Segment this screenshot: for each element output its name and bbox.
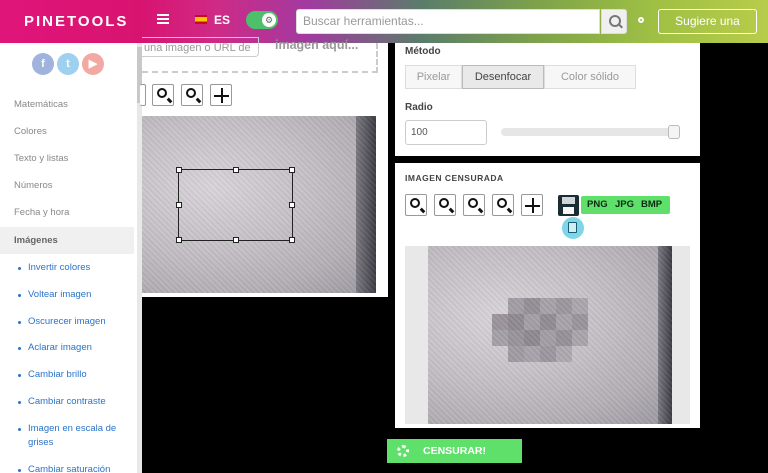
logo[interactable]: PINETOOLS (24, 13, 128, 30)
zoom-in-icon[interactable] (152, 84, 174, 106)
censor-button[interactable]: CENSURAR! (387, 439, 522, 463)
radius-label: Radio (405, 102, 433, 113)
zoom-reset-icon[interactable] (463, 194, 485, 216)
url-input[interactable]: una imagen o URL de (142, 37, 259, 57)
zoom-fit-icon[interactable] (181, 84, 203, 106)
save-icon[interactable] (558, 195, 579, 216)
format-buttons: PNG JPG BMP (581, 196, 670, 214)
zoom-out-icon[interactable] (140, 84, 146, 106)
method-label: Método (405, 46, 441, 57)
selection-box[interactable] (176, 167, 295, 243)
language-label[interactable]: ES (214, 13, 230, 27)
radius-slider[interactable] (501, 128, 675, 136)
suggest-button[interactable]: Sugiere una (658, 9, 757, 34)
censored-title: IMAGEN CENSURADA (405, 173, 504, 183)
search-button[interactable] (601, 9, 627, 34)
youtube-icon[interactable]: ▶ (82, 53, 104, 75)
twitter-icon[interactable]: t (57, 53, 79, 75)
result-frame (405, 246, 690, 424)
zoom-fit-icon[interactable] (492, 194, 514, 216)
sidebar-category[interactable]: Colores (14, 126, 47, 137)
move-icon[interactable] (210, 84, 232, 106)
sidebar-item[interactable]: Voltear imagen (18, 288, 128, 302)
search-input[interactable]: Buscar herramientas... (296, 9, 600, 34)
copy-icon (568, 222, 577, 233)
sidebar-item[interactable]: Imagen en escala de grises (18, 422, 128, 450)
sidebar-item[interactable]: Aclarar imagen (18, 341, 128, 355)
facebook-icon[interactable]: f (32, 53, 54, 75)
sidebar-category[interactable]: Matemáticas (14, 99, 68, 110)
sidebar-category[interactable]: Fecha y hora (14, 207, 69, 218)
sidebar-item[interactable]: Oscurecer imagen (18, 315, 128, 329)
move-icon[interactable] (521, 194, 543, 216)
sidebar-item[interactable]: Cambiar saturación (18, 463, 128, 473)
censor-button-label: CENSURAR! (423, 445, 486, 457)
jpg-button[interactable]: JPG (615, 196, 634, 214)
png-button[interactable]: PNG (587, 196, 608, 214)
gear-icon (397, 445, 409, 457)
method-option-solid[interactable]: Color sólido (544, 65, 636, 89)
settings-icon: ⚙ (262, 13, 276, 27)
sidebar-category[interactable]: Texto y listas (14, 153, 68, 164)
method-option-blur[interactable]: Desenfocar (462, 65, 544, 89)
theme-toggle[interactable]: ⚙ (246, 11, 278, 29)
zoom-in-icon[interactable] (405, 194, 427, 216)
menu-icon[interactable] (157, 12, 169, 24)
spain-flag-icon[interactable] (195, 15, 207, 24)
zoom-out-icon[interactable] (434, 194, 456, 216)
drop-zone-label: imagen aquí... (275, 38, 359, 52)
sidebar-item[interactable]: Cambiar brillo (18, 368, 128, 382)
bmp-button[interactable]: BMP (641, 196, 662, 214)
radius-slider-handle[interactable] (668, 125, 680, 139)
sidebar-category[interactable]: Números (14, 180, 53, 191)
censored-panel: IMAGEN CENSURADA PNG JPG BMP (395, 163, 700, 428)
sidebar-item[interactable]: Invertir colores (18, 261, 128, 275)
sidebar: f t ▶ Matemáticas Colores Texto y listas… (0, 43, 142, 473)
options-panel: Método Pixelar Desenfocar Color sólido R… (395, 43, 700, 156)
circle-icon[interactable] (638, 17, 644, 23)
top-bar: PINETOOLS ES ⚙ Buscar herramientas... Su… (0, 0, 768, 43)
copy-button[interactable] (562, 217, 584, 239)
sidebar-category-active[interactable]: Imágenes (0, 227, 134, 254)
radius-input[interactable]: 100 (405, 120, 487, 145)
sidebar-item[interactable]: Cambiar contraste (18, 395, 128, 409)
censored-image[interactable] (428, 246, 672, 424)
source-image-panel: una imagen o URL de imagen aquí... (140, 37, 388, 297)
method-option-pixelate[interactable]: Pixelar (405, 65, 462, 89)
